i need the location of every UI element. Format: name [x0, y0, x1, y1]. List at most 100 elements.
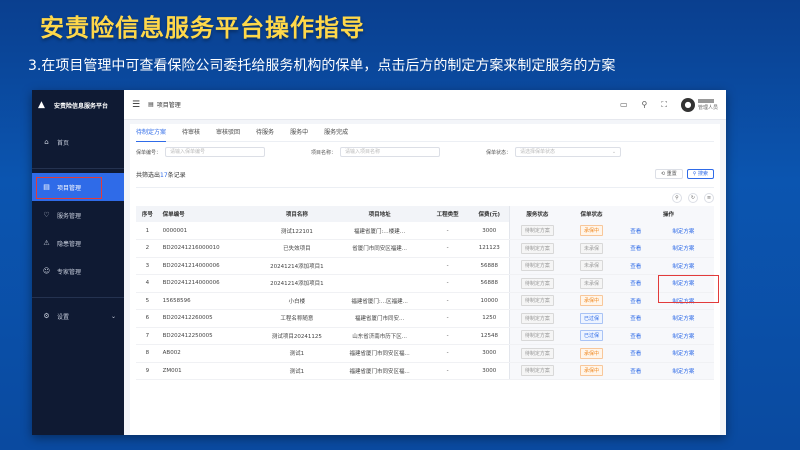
policy-status-cell: 承保中 [564, 292, 619, 310]
main-area: ☰ ▤ 项目管理 ▭ ⚲ ⛶ ● 管理人员 待制定方案 待审核 审核驳回 待服务… [124, 90, 726, 435]
view-link[interactable]: 查看 [618, 222, 653, 240]
avatar: ● [680, 97, 695, 112]
table-row: 4 BD20241214000006 20241214添加项目1 -56888 待制定方… [136, 274, 714, 293]
settings-icon: ⚙ [43, 312, 50, 320]
service-status-badge: 待制定方案 [520, 312, 554, 324]
screen-icon[interactable]: ▭ [620, 100, 628, 109]
make-plan-link[interactable]: 制定方案 [652, 239, 714, 258]
sidebar-item-experts[interactable]: ☺ 专家管理 [32, 257, 124, 285]
policy-number: ZM001 [158, 362, 261, 380]
service-status-cell: 待制定方案 [509, 239, 565, 258]
menu-icon[interactable]: ☰ [132, 100, 140, 110]
row-number: 5 [136, 292, 159, 310]
status-tabs: 待制定方案 待审核 审核驳回 待服务 服务中 服务完成 [136, 124, 714, 142]
expert-icon: ☺ [42, 267, 51, 275]
row-number: 2 [136, 239, 159, 258]
col-header: 序号 [136, 206, 159, 222]
project-name: 测试1 [260, 344, 334, 363]
search-icon[interactable]: ⚲ [642, 100, 648, 109]
columns-icon[interactable]: ≡ [704, 193, 714, 203]
sidebar-item-services[interactable]: ♡ 服务管理 [32, 201, 124, 229]
make-plan-link[interactable]: 制定方案 [652, 222, 714, 240]
view-link[interactable]: 查看 [618, 257, 653, 275]
tab-pending-service[interactable]: 待服务 [256, 124, 274, 142]
view-link[interactable]: 查看 [618, 327, 653, 345]
status-badge: 承保中 [580, 225, 604, 236]
topbar: ☰ ▤ 项目管理 ▭ ⚲ ⛶ ● 管理人员 [124, 90, 726, 120]
breadcrumb-label: 项目管理 [156, 102, 181, 109]
status-badge: 未承保 [580, 242, 604, 254]
sidebar-item-label: 服务管理 [57, 212, 82, 220]
row-number: 4 [136, 274, 159, 293]
fullscreen-icon[interactable]: ⛶ [661, 100, 667, 110]
project-type: - [426, 309, 470, 328]
app-screenshot: ▲ 安责险信息服务平台 ⌂ 首页 ▤ 项目管理 ♡ 服务管理 ⚠ 隐患管理 ☺ … [32, 90, 726, 435]
status-badge: 未承保 [580, 260, 604, 272]
policy-table: 序号 保单编号 项目名称 项目地址 工程类型 保费(元) 服务状态 保单状态 操… [136, 206, 714, 380]
tab-pending-plan[interactable]: 待制定方案 [136, 124, 167, 142]
col-header: 保费(元) [469, 206, 510, 222]
make-plan-link[interactable]: 制定方案 [652, 327, 714, 345]
refresh-icon[interactable]: ↻ [688, 193, 698, 203]
premium: 1250 [469, 309, 510, 328]
project-name: 测试项目20241125 [260, 327, 334, 345]
tab-service-done[interactable]: 服务完成 [324, 124, 348, 142]
filter-icon[interactable]: ⚲ [672, 193, 682, 203]
topbar-actions: ▭ ⚲ ⛶ ● 管理人员 [620, 97, 718, 112]
make-plan-link[interactable]: 制定方案 [652, 344, 714, 363]
status-badge: 已过保 [580, 330, 604, 342]
sidebar-item-hazards[interactable]: ⚠ 隐患管理 [32, 229, 124, 257]
slide-title: 安责险信息服务平台操作指导 [40, 14, 365, 42]
view-link[interactable]: 查看 [618, 362, 653, 380]
policy-no-input[interactable]: 请输入保单编号 [165, 147, 266, 157]
sidebar: ▲ 安责险信息服务平台 ⌂ 首页 ▤ 项目管理 ♡ 服务管理 ⚠ 隐患管理 ☺ … [32, 90, 124, 435]
user-role: 管理人员 [697, 104, 718, 111]
status-label: 保单状态： [486, 149, 512, 156]
policy-number: 0000001 [158, 222, 261, 240]
user-name-redacted [697, 98, 714, 103]
project-address [333, 274, 427, 293]
chevron-down-icon: ⌄ [611, 149, 617, 155]
row-number: 6 [136, 309, 159, 328]
sidebar-item-home[interactable]: ⌂ 首页 [32, 128, 124, 156]
policy-status-cell: 已过保 [564, 309, 619, 328]
project-name-input[interactable]: 请输入项目名称 [340, 147, 441, 157]
policy-number: BD20241216000010 [158, 239, 261, 258]
premium: 3000 [469, 344, 510, 363]
project-address: 福建省厦门市同安区福... [333, 362, 427, 380]
tab-rejected[interactable]: 审核驳回 [216, 124, 240, 142]
user-menu[interactable]: ● 管理人员 [680, 97, 718, 112]
row-number: 7 [136, 327, 159, 345]
logo-icon: ▲ [38, 100, 45, 110]
view-link[interactable]: 查看 [618, 344, 653, 363]
project-address: 福建省厦门:…区福建... [333, 292, 427, 310]
make-plan-link[interactable]: 制定方案 [652, 309, 714, 328]
view-link[interactable]: 查看 [618, 274, 653, 293]
service-status-badge: 待制定方案 [520, 347, 554, 359]
make-plan-link[interactable]: 制定方案 [652, 257, 714, 275]
tab-in-service[interactable]: 服务中 [290, 124, 308, 142]
project-type: - [426, 344, 470, 363]
project-address: 福建省厦门市同安... [333, 309, 427, 328]
view-link[interactable]: 查看 [618, 292, 653, 310]
project-type: - [426, 362, 470, 380]
policy-status-cell: 已过保 [564, 327, 619, 345]
row-number: 8 [136, 344, 159, 363]
policy-status-cell: 承保中 [564, 344, 619, 363]
view-link[interactable]: 查看 [618, 309, 653, 328]
project-name: 小白楼 [260, 292, 334, 310]
make-plan-link[interactable]: 制定方案 [652, 362, 714, 380]
hazard-icon: ⚠ [43, 239, 50, 247]
table-toolbar: ⚲ ↻ ≡ [136, 190, 714, 206]
service-status-badge: 待制定方案 [520, 330, 554, 342]
status-select[interactable]: 请选择保单状态 ⌄ [515, 147, 622, 157]
sidebar-item-projects[interactable]: ▤ 项目管理 [32, 173, 124, 201]
col-header: 工程类型 [426, 206, 470, 222]
project-name: 20241214添加项目1 [260, 274, 334, 293]
sidebar-item-settings[interactable]: ⚙ 设置 ⌄ [32, 302, 124, 330]
reset-button[interactable]: ⟲ 重置 [654, 169, 683, 179]
tab-pending-review[interactable]: 待审核 [182, 124, 200, 142]
policy-status-cell: 未承保 [564, 257, 619, 275]
view-link[interactable]: 查看 [618, 239, 653, 258]
search-button[interactable]: ⚲ 搜索 [686, 169, 714, 179]
